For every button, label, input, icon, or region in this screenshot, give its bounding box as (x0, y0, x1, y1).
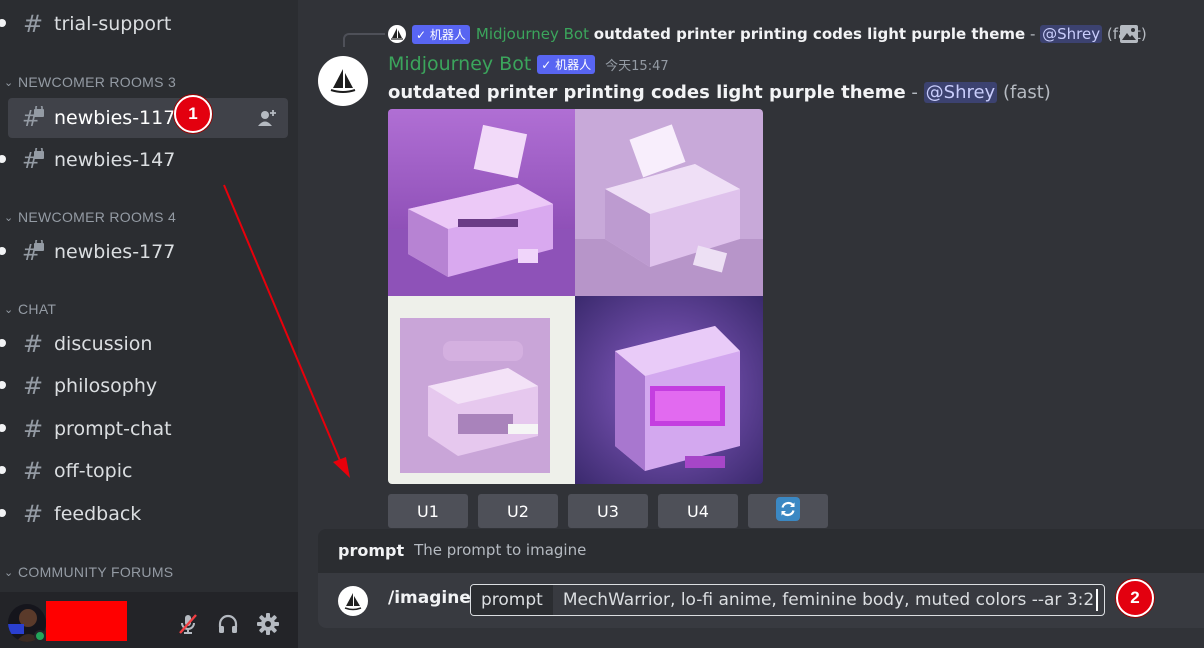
annotation-badge-2: 2 (1116, 579, 1154, 617)
annotation-badge-1: 1 (174, 95, 212, 133)
annotation-arrow (223, 184, 350, 478)
